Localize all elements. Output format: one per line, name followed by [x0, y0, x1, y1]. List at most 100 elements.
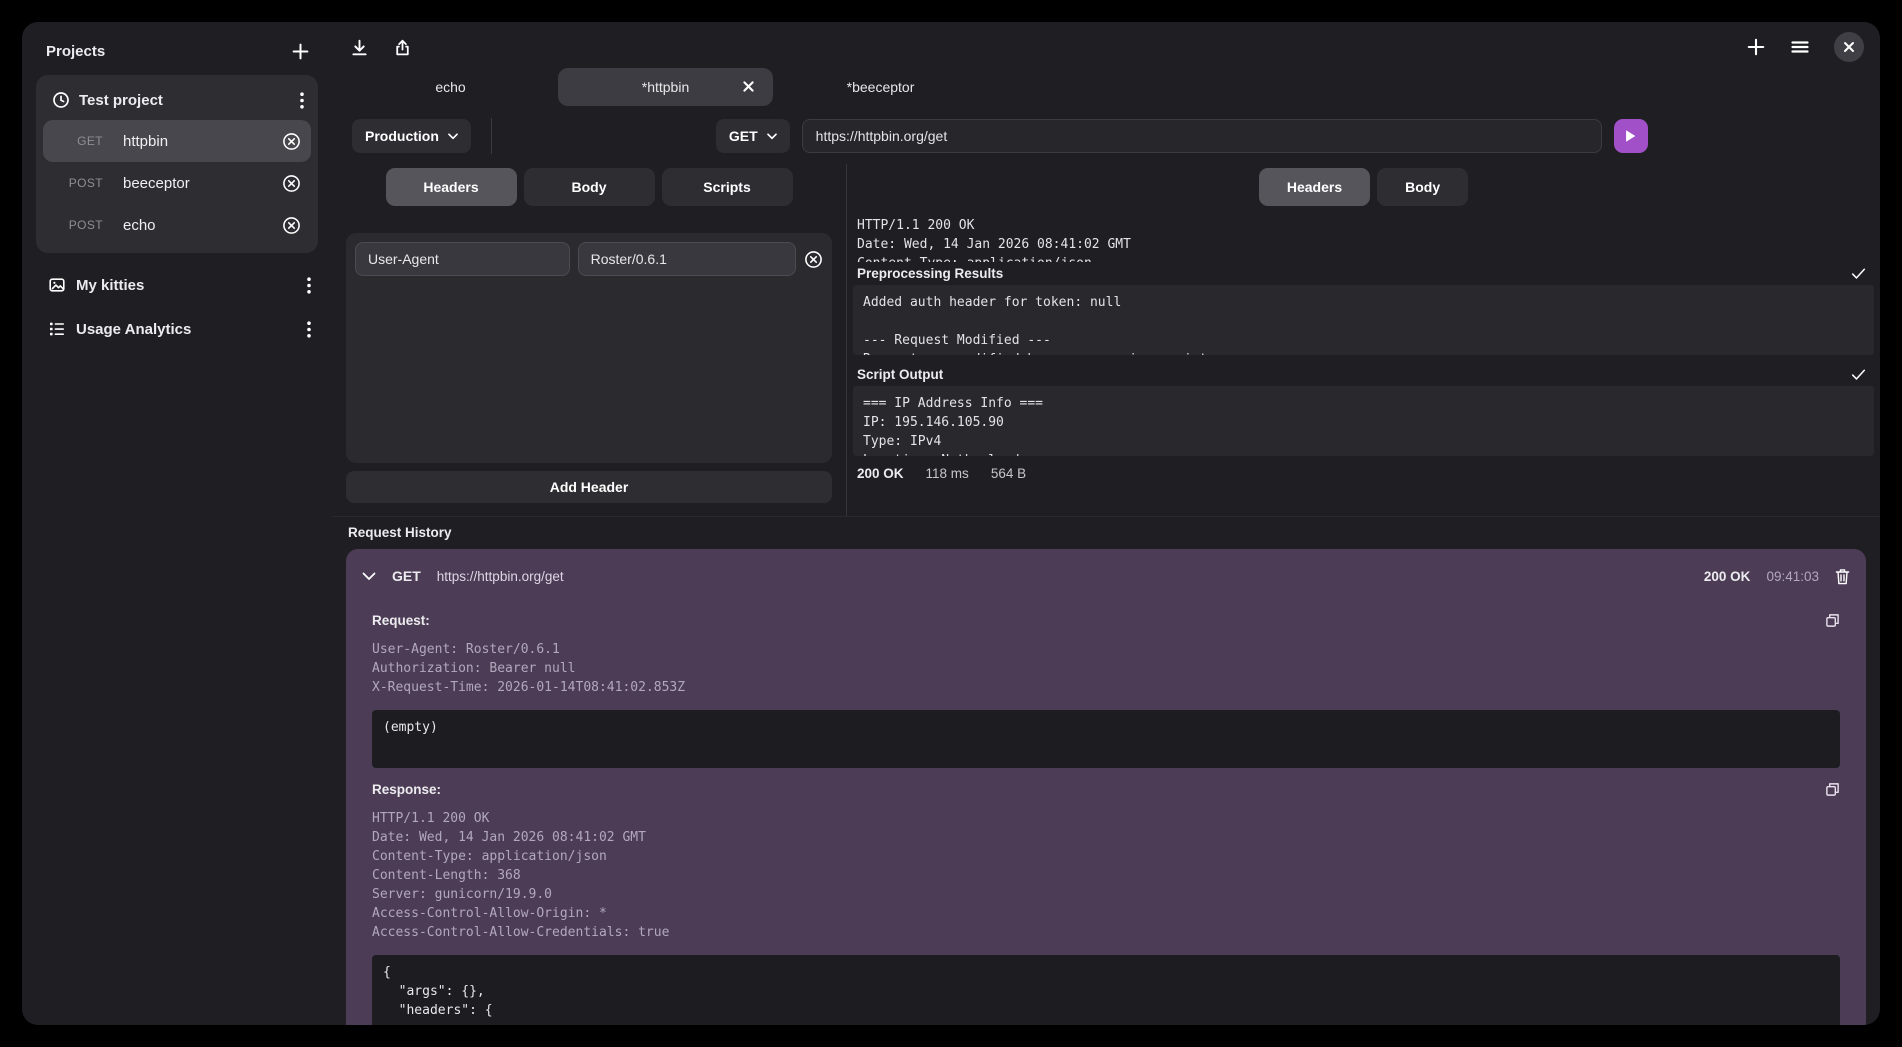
script-output-title: Script Output [857, 367, 943, 382]
delete-history-button[interactable] [1835, 568, 1850, 585]
export-button[interactable] [393, 38, 412, 57]
response-label: Response: [372, 782, 441, 797]
send-request-button[interactable] [1614, 119, 1648, 153]
new-tab-button[interactable] [1746, 37, 1766, 57]
project-usage-analytics[interactable]: Usage Analytics [34, 307, 320, 351]
request-name: echo [123, 217, 282, 234]
response-body-line: "headers": { [383, 1001, 1829, 1020]
request-item-beeceptor[interactable]: POST beeceptor [43, 162, 311, 204]
environment-label: Production [365, 128, 439, 144]
response-header-line: Date: Wed, 14 Jan 2026 08:41:02 GMT [372, 829, 1840, 848]
request-item-echo[interactable]: POST echo [43, 204, 311, 246]
request-history-title: Request History [346, 517, 1866, 549]
tab-echo[interactable]: echo [343, 68, 558, 106]
output-line: IP: 195.146.105.90 [863, 413, 1864, 432]
tab-response-headers[interactable]: Headers [1259, 168, 1370, 206]
check-icon [1851, 368, 1866, 381]
sidebar-header: Projects [34, 36, 320, 75]
app-window: Projects Test project GET httpbin [22, 22, 1880, 1025]
tab-request-body[interactable]: Body [524, 168, 655, 206]
project-my-kitties[interactable]: My kitties [34, 263, 320, 307]
output-line: Type: IPv4 [863, 432, 1864, 451]
response-header-line: Access-Control-Allow-Credentials: true [372, 924, 1840, 943]
copy-icon [1825, 782, 1840, 797]
add-header-button[interactable]: Add Header [346, 471, 832, 503]
output-line: === IP Address Info === [863, 394, 1864, 413]
output-line: --- Request Modified --- [863, 331, 1864, 350]
response-size: 564 B [991, 466, 1026, 481]
panels-row: Headers Body Scripts Add Header [332, 164, 1880, 516]
method-dropdown[interactable]: GET [716, 119, 790, 153]
chevron-down-icon [448, 133, 458, 140]
request-panel-tabs: Headers Body Scripts [332, 164, 846, 210]
response-panel: Headers Body HTTP/1.1 200 OK Date: Wed, … [846, 164, 1880, 516]
project-menu-icon[interactable] [307, 277, 311, 294]
hamburger-icon [1790, 38, 1810, 56]
history-url: https://httpbin.org/get [437, 569, 1688, 584]
chevron-down-icon [767, 133, 777, 140]
preprocessing-section-header: Preprocessing Results [847, 262, 1880, 285]
clock-icon [52, 91, 70, 109]
request-name: httpbin [123, 133, 282, 150]
project-name: My kitties [76, 277, 297, 294]
copy-icon [1825, 613, 1840, 628]
tab-beeceptor[interactable]: *beeceptor [773, 68, 988, 106]
method-label: POST [43, 176, 103, 190]
url-input[interactable] [802, 119, 1602, 153]
tab-response-body[interactable]: Body [1377, 168, 1468, 206]
response-sub-header: Response: [372, 782, 1840, 797]
tab-label: *httpbin [642, 79, 689, 95]
add-project-button[interactable] [291, 42, 310, 61]
environment-dropdown[interactable]: Production [352, 119, 471, 153]
topbar [332, 22, 1880, 66]
header-row [355, 242, 823, 276]
response-header-line: HTTP/1.1 200 OK [857, 216, 1868, 235]
sidebar: Projects Test project GET httpbin [22, 22, 332, 1025]
main-area: echo *httpbin *beeceptor Production GET [332, 22, 1880, 1025]
header-value-input[interactable] [578, 242, 796, 276]
project-group-test-project: Test project GET httpbin POST beeceptor [36, 75, 318, 253]
project-menu-icon[interactable] [307, 321, 311, 338]
copy-response-button[interactable] [1825, 782, 1840, 797]
list-icon [48, 320, 66, 338]
request-item-httpbin[interactable]: GET httpbin [43, 120, 311, 162]
method-label: GET [729, 128, 758, 144]
response-headers-preview: HTTP/1.1 200 OK Date: Wed, 14 Jan 2026 0… [847, 210, 1880, 262]
window-close-button[interactable] [1834, 32, 1864, 62]
response-header-line: Date: Wed, 14 Jan 2026 08:41:02 GMT [857, 235, 1868, 254]
tab-label: echo [435, 79, 465, 95]
request-name: beeceptor [123, 175, 282, 192]
response-time: 118 ms [926, 466, 969, 481]
project-menu-icon[interactable] [300, 92, 304, 109]
request-header-line: Authorization: Bearer null [372, 660, 1840, 679]
response-header-line: Content-Type: application/json [372, 848, 1840, 867]
status-code: 200 OK [857, 466, 904, 481]
history-entry-header[interactable]: GET https://httpbin.org/get 200 OK 09:41… [360, 549, 1852, 599]
tab-request-scripts[interactable]: Scripts [662, 168, 793, 206]
project-test-project[interactable]: Test project [43, 82, 311, 120]
header-key-input[interactable] [355, 242, 570, 276]
project-name: Usage Analytics [76, 321, 297, 338]
remove-request-icon[interactable] [282, 174, 301, 193]
collapse-chevron-icon[interactable] [362, 572, 376, 581]
download-icon [350, 38, 369, 57]
copy-request-button[interactable] [1825, 613, 1840, 628]
tab-close-icon[interactable] [742, 80, 755, 93]
share-icon [393, 38, 412, 57]
response-header-line: Content-Type: application/json [857, 254, 1868, 262]
remove-header-icon[interactable] [804, 250, 823, 269]
remove-request-icon[interactable] [282, 132, 301, 151]
request-bar: Production GET [332, 108, 1880, 164]
history-timestamp: 09:41:03 [1766, 569, 1819, 584]
menu-button[interactable] [1790, 38, 1810, 56]
history-response-headers: HTTP/1.1 200 OK Date: Wed, 14 Jan 2026 0… [372, 810, 1840, 943]
tab-httpbin[interactable]: *httpbin [558, 68, 773, 106]
preprocessing-title: Preprocessing Results [857, 266, 1003, 281]
remove-request-icon[interactable] [282, 216, 301, 235]
import-button[interactable] [350, 38, 369, 57]
request-body-box: (empty) [372, 710, 1840, 768]
tab-request-headers[interactable]: Headers [386, 168, 517, 206]
request-body-text: (empty) [383, 718, 1829, 737]
trash-icon [1835, 568, 1850, 585]
request-label: Request: [372, 613, 430, 628]
